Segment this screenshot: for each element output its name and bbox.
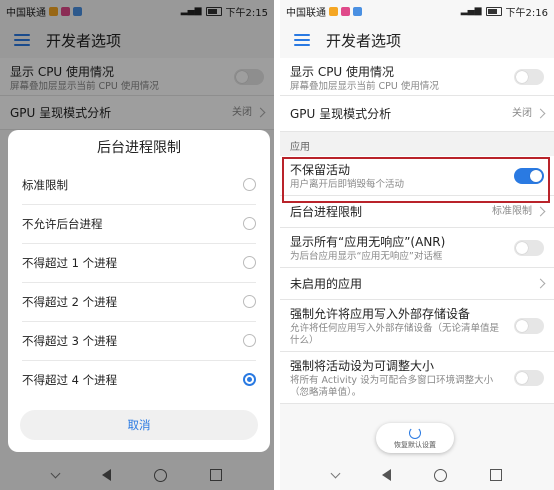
setting-title: 显示所有“应用无响应”(ANR) xyxy=(290,235,446,249)
setting-force-external-storage[interactable]: 强制允许将应用写入外部存储设备 允许将任何应用写入外部存储设备（无论清单值是什么… xyxy=(280,300,554,352)
background-process-limit-dialog: 后台进程限制 标准限制 不允许后台进程 不得超过 1 个进程 不得超过 2 个进… xyxy=(8,130,270,452)
cancel-button[interactable]: 取消 xyxy=(20,410,258,440)
setting-subtitle: 为后台应用显示“应用无响应”对话框 xyxy=(290,251,443,262)
chevron-down-icon[interactable] xyxy=(330,468,341,478)
carrier-label: 中国联通 xyxy=(286,7,326,19)
notification-icon xyxy=(341,6,350,16)
option-label: 不得超过 1 个进程 xyxy=(22,256,118,270)
setting-subtitle: 允许将任何应用写入外部存储设备（无论清单值是什么） xyxy=(290,323,500,346)
home-icon[interactable] xyxy=(434,468,448,482)
option-label: 不得超过 4 个进程 xyxy=(22,373,118,387)
option-label: 不允许后台进程 xyxy=(22,217,103,231)
setting-subtitle: 将所有 Activity 设为可配合多窗口环境调整大小（忽略清单值）。 xyxy=(290,375,494,398)
page-title: 开发者选项 xyxy=(326,31,402,50)
toggle-switch[interactable] xyxy=(514,369,544,386)
radio-button[interactable] xyxy=(243,295,256,308)
option-no-background[interactable]: 不允许后台进程 xyxy=(22,205,256,244)
right-screen: 中国联通 ▂▄▆ 下午2:16 开发者选项 显示 CPU 使用情况 屏幕叠加层显… xyxy=(280,0,554,490)
setting-gpu-profiling[interactable]: GPU 呈现模式分析 关闭 xyxy=(280,96,554,132)
app-bar: 开发者选项 xyxy=(280,22,554,58)
setting-show-cpu[interactable]: 显示 CPU 使用情况 屏幕叠加层显示当前 CPU 使用情况 xyxy=(280,58,554,96)
signal-icon: ▂▄▆ xyxy=(460,6,482,16)
restore-defaults-label: 恢复默认设置 xyxy=(394,440,436,449)
left-screen: 中国联通 ▂▄▆ 下午2:15 开发者选项 显示 CPU 使用情况 屏幕叠加层显… xyxy=(0,0,274,490)
setting-title: GPU 呈现模式分析 xyxy=(290,107,392,121)
settings-list: 显示 CPU 使用情况 屏幕叠加层显示当前 CPU 使用情况 GPU 呈现模式分… xyxy=(280,58,554,404)
setting-show-all-anr[interactable]: 显示所有“应用无响应”(ANR) 为后台应用显示“应用无响应”对话框 xyxy=(280,228,554,268)
setting-value: 标准限制 xyxy=(492,205,532,217)
radio-button[interactable] xyxy=(243,334,256,347)
section-header-apps: 应用 xyxy=(280,132,554,156)
clock: 下午2:16 xyxy=(505,7,548,19)
radio-button[interactable] xyxy=(243,217,256,230)
option-label: 不得超过 2 个进程 xyxy=(22,295,118,309)
toggle-switch[interactable] xyxy=(514,317,544,334)
radio-button-selected[interactable] xyxy=(243,373,256,386)
notification-icon xyxy=(353,6,362,16)
setting-value: 关闭 xyxy=(512,107,532,119)
option-max-1[interactable]: 不得超过 1 个进程 xyxy=(22,244,256,283)
back-icon[interactable] xyxy=(381,469,391,481)
option-max-4[interactable]: 不得超过 4 个进程 xyxy=(22,361,256,399)
toggle-switch-on[interactable] xyxy=(514,167,544,184)
radio-button[interactable] xyxy=(243,178,256,191)
toggle-switch[interactable] xyxy=(514,68,544,85)
radio-button[interactable] xyxy=(243,256,256,269)
option-standard[interactable]: 标准限制 xyxy=(22,166,256,205)
status-bar: 中国联通 ▂▄▆ 下午2:16 xyxy=(280,0,554,22)
setting-subtitle: 屏幕叠加层显示当前 CPU 使用情况 xyxy=(290,81,439,92)
setting-force-resizable-activities[interactable]: 强制将活动设为可调整大小 将所有 Activity 设为可配合多窗口环境调整大小… xyxy=(280,352,554,404)
refresh-icon xyxy=(409,426,421,439)
setting-dont-keep-activities[interactable]: 不保留活动 用户离开后即销毁每个活动 xyxy=(280,156,554,196)
setting-title: 强制将活动设为可调整大小 xyxy=(290,359,435,373)
recent-apps-icon[interactable] xyxy=(490,469,503,481)
toggle-switch[interactable] xyxy=(514,239,544,256)
option-max-2[interactable]: 不得超过 2 个进程 xyxy=(22,283,256,322)
restore-defaults-button[interactable]: 恢复默认设置 xyxy=(376,423,454,453)
option-label: 标准限制 xyxy=(22,178,68,192)
option-label: 不得超过 3 个进程 xyxy=(22,334,118,348)
setting-subtitle: 用户离开后即销毁每个活动 xyxy=(290,179,405,190)
setting-background-process-limit[interactable]: 后台进程限制 标准限制 xyxy=(280,196,554,228)
dialog-title: 后台进程限制 xyxy=(97,140,181,156)
nav-bar xyxy=(280,460,554,490)
setting-title: 强制允许将应用写入外部存储设备 xyxy=(290,307,471,321)
notification-icon xyxy=(329,6,338,16)
battery-icon xyxy=(485,6,502,16)
menu-icon[interactable] xyxy=(294,34,310,46)
setting-title: 未启用的应用 xyxy=(290,277,363,291)
option-max-3[interactable]: 不得超过 3 个进程 xyxy=(22,322,256,361)
setting-inactive-apps[interactable]: 未启用的应用 xyxy=(280,268,554,300)
setting-title: 不保留活动 xyxy=(290,163,351,177)
setting-title: 显示 CPU 使用情况 xyxy=(290,65,395,79)
